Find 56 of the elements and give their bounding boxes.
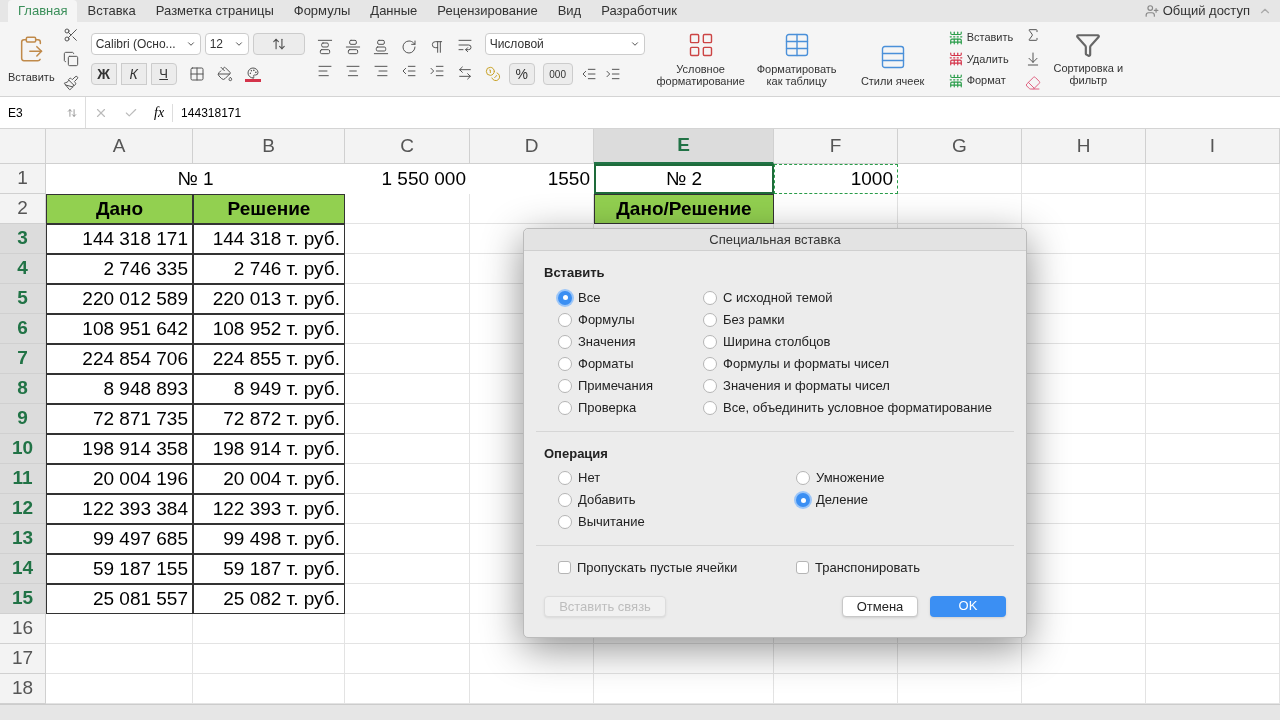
table-cell: 144 318 171 xyxy=(46,224,193,254)
table-cell: 1000 xyxy=(774,164,898,194)
table-cell: 220 012 589 xyxy=(46,284,193,314)
table-cell: 122 393 384 xyxy=(46,494,193,524)
radio-label: Все, объединить условное форматирование xyxy=(723,398,992,417)
radio-label: Вычитание xyxy=(578,513,645,532)
table-cell: 108 951 642 xyxy=(46,314,193,344)
radio-label: Формулы xyxy=(578,310,635,329)
dialog-title: Специальная вставка xyxy=(524,229,1026,251)
section-title: Вставить xyxy=(544,264,606,282)
table-cell: Решение xyxy=(193,194,345,224)
table-cell: 72 872 т. руб. xyxy=(193,404,345,434)
radio-label: Значения xyxy=(578,332,636,351)
radio-label: Форматы xyxy=(578,354,634,373)
table-cell: 72 871 735 xyxy=(46,404,193,434)
radio-label: Ширина столбцов xyxy=(723,332,831,351)
table-cell: 2 746 т. руб. xyxy=(193,254,345,284)
table-cell: 20 004 т. руб. xyxy=(193,464,345,494)
table-cell: 1550 xyxy=(470,164,594,194)
radio-label: Деление xyxy=(816,491,869,510)
table-cell: 99 497 685 xyxy=(46,524,193,554)
checkbox-label: Транспонировать xyxy=(815,559,920,577)
table-cell: № 1 xyxy=(46,164,345,194)
radio-label: Формулы и форматы чисел xyxy=(723,354,889,373)
table-cell: 99 498 т. руб. xyxy=(193,524,345,554)
table-cell: 1 550 000 xyxy=(345,164,470,194)
radio-label: Все xyxy=(578,288,601,307)
table-cell: 198 914 358 xyxy=(46,434,193,464)
table-cell: 224 854 706 xyxy=(46,344,193,374)
table-cell: 25 081 557 xyxy=(46,584,193,614)
section-title: Операция xyxy=(544,444,609,463)
table-cell: 122 393 т. руб. xyxy=(193,494,345,524)
radio-label: Примечания xyxy=(578,376,654,395)
radio-label: Добавить xyxy=(578,491,636,510)
table-cell: 20 004 196 xyxy=(46,464,193,494)
table-cell: 144 318 т. руб. xyxy=(193,224,345,254)
table-cell: 224 855 т. руб. xyxy=(193,344,345,374)
table-cell: 2 746 335 xyxy=(46,254,193,284)
radio-label: Умножение xyxy=(816,469,885,488)
table-cell: Дано/Решение xyxy=(594,194,774,224)
table-cell: 59 187 155 xyxy=(46,554,193,584)
table-cell: 8 948 893 xyxy=(46,374,193,404)
table-cell: 220 013 т. руб. xyxy=(193,284,345,314)
radio-label: Проверка xyxy=(578,398,637,417)
checkbox-label: Пропускать пустые ячейки xyxy=(577,559,738,577)
radio-label: Нет xyxy=(578,469,601,488)
table-cell: 59 187 т. руб. xyxy=(193,554,345,584)
radio-label: Значения и форматы чисел xyxy=(723,376,890,395)
table-cell: 198 914 т. руб. xyxy=(193,434,345,464)
radio-label: Без рамки xyxy=(723,310,785,329)
table-cell: Дано xyxy=(46,194,193,224)
table-cell: № 2 xyxy=(594,164,774,194)
table-cell: 8 949 т. руб. xyxy=(193,374,345,404)
table-cell: 108 952 т. руб. xyxy=(193,314,345,344)
radio-label: С исходной темой xyxy=(723,288,833,307)
table-cell: 25 082 т. руб. xyxy=(193,584,345,614)
